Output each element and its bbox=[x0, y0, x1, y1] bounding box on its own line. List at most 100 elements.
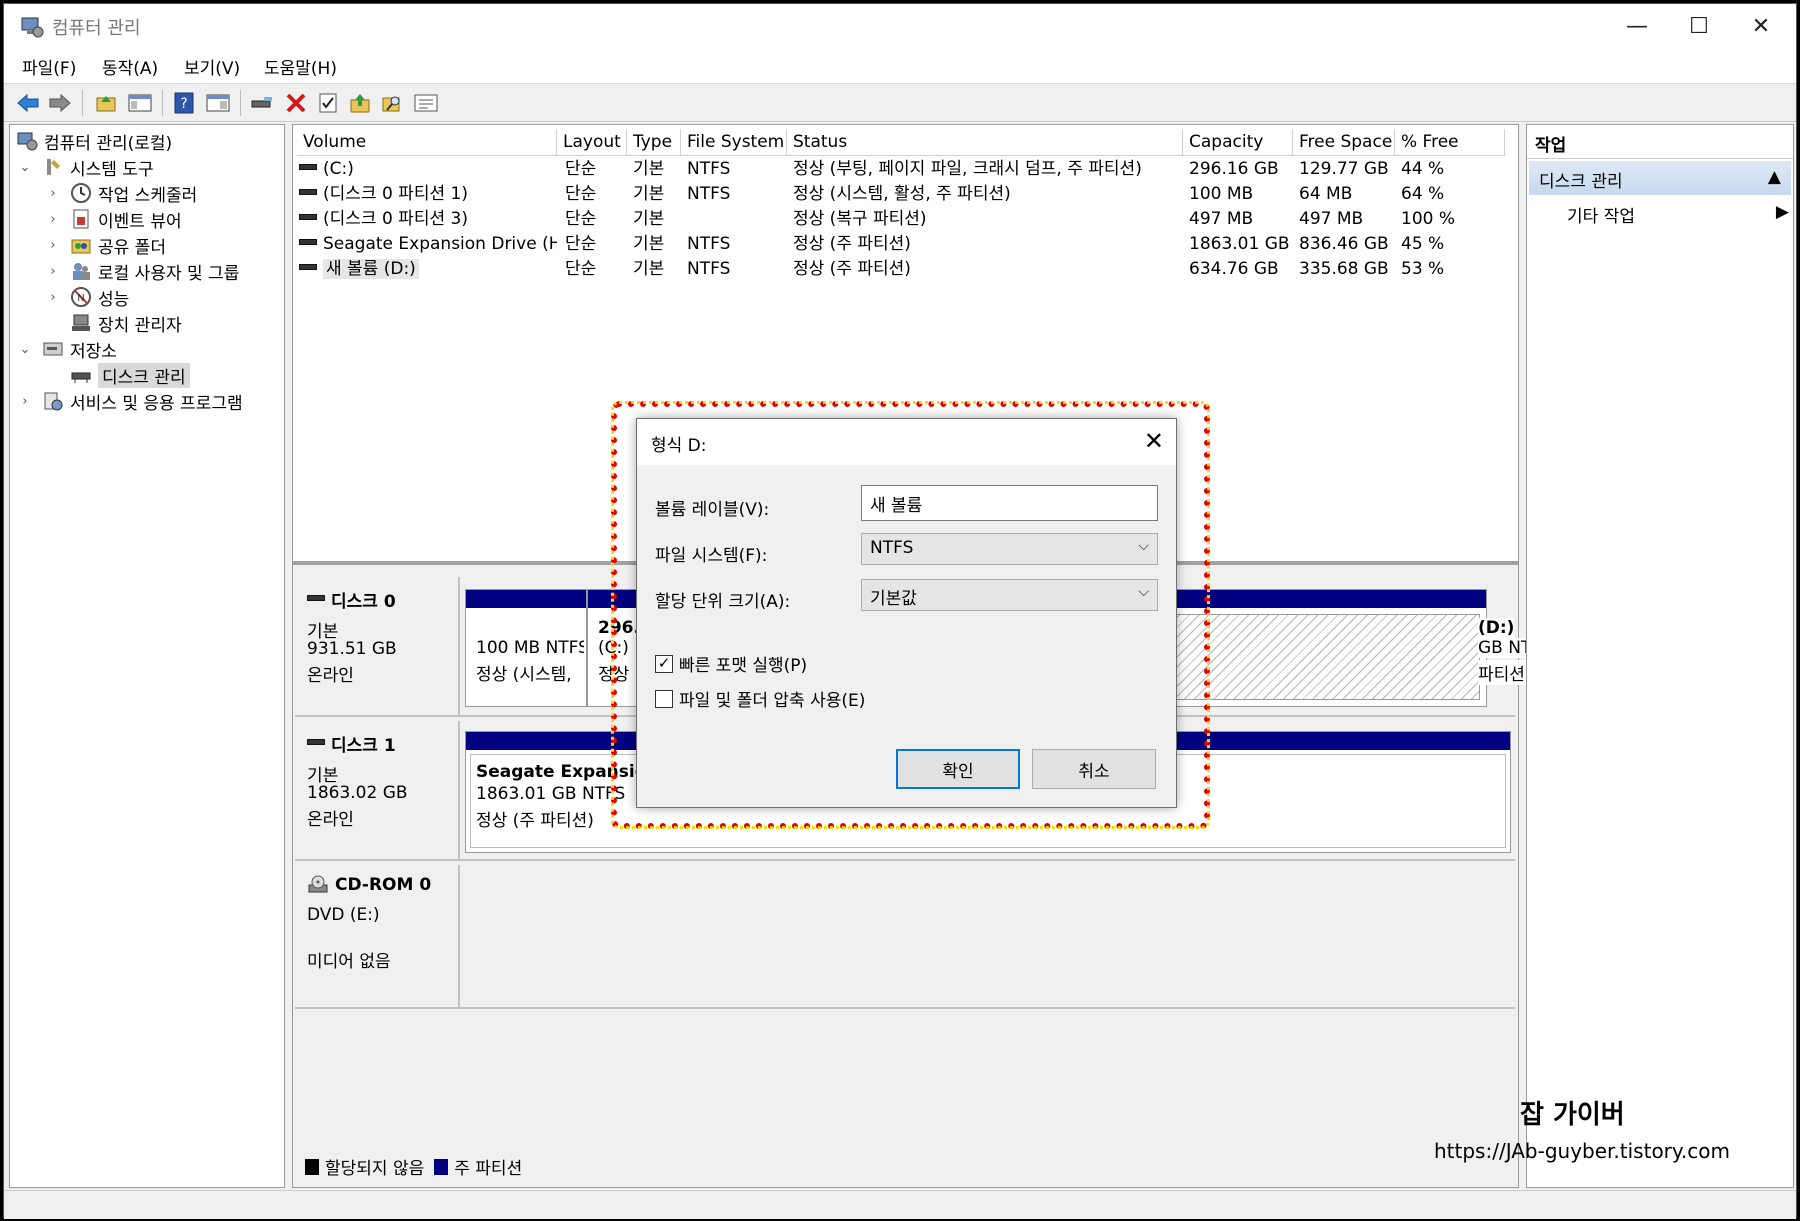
connect-drive-icon[interactable] bbox=[248, 89, 276, 117]
partition-status: 정상 (주 파티션) bbox=[476, 811, 594, 831]
svg-text:?: ? bbox=[180, 96, 187, 112]
actions-section-disk-management[interactable]: 디스크 관리 ▲ bbox=[1529, 161, 1791, 195]
search-folder-icon[interactable] bbox=[378, 89, 406, 117]
free-space-cell: 64 MB bbox=[1299, 184, 1353, 204]
legend-swatch-primary bbox=[434, 1158, 449, 1175]
tree-label: 작업 스케줄러 bbox=[98, 185, 198, 206]
tree-item-task-scheduler[interactable]: › 작업 스케줄러 bbox=[46, 181, 198, 206]
menu-file[interactable]: 파일(F) bbox=[22, 54, 76, 79]
menu-action[interactable]: 동작(A) bbox=[102, 54, 158, 79]
svg-text:N: N bbox=[77, 293, 84, 304]
tools-icon bbox=[47, 159, 60, 175]
properties-pane-icon[interactable] bbox=[204, 89, 232, 117]
chevron-right-icon[interactable]: › bbox=[46, 212, 60, 227]
chevron-right-icon[interactable]: › bbox=[46, 186, 60, 201]
back-icon[interactable] bbox=[14, 89, 42, 117]
tree-item-disk-management[interactable]: 디스크 관리 bbox=[70, 362, 190, 388]
storage-icon bbox=[43, 342, 63, 356]
compression-checkbox-row[interactable]: 파일 및 폴더 압축 사용(E) bbox=[655, 686, 865, 711]
tree-item-shared-folders[interactable]: › 공유 폴더 bbox=[46, 233, 166, 258]
layout-cell: 단순 bbox=[565, 209, 597, 229]
chevron-down-icon[interactable]: ⌄ bbox=[18, 342, 32, 357]
tree-item-storage[interactable]: ⌄ 저장소 bbox=[18, 337, 117, 362]
shared-folder-icon bbox=[71, 239, 91, 254]
actions-header: 작업 bbox=[1527, 125, 1793, 159]
tree-label: 이벤트 뷰어 bbox=[98, 211, 182, 232]
show-hide-tree-icon[interactable] bbox=[126, 89, 154, 117]
volume-label-input[interactable] bbox=[861, 485, 1158, 521]
capacity-cell: 100 MB bbox=[1189, 184, 1254, 204]
clock-icon bbox=[71, 183, 91, 203]
chevron-right-icon[interactable]: › bbox=[18, 394, 32, 409]
dialog-close-icon[interactable]: ✕ bbox=[1144, 427, 1164, 455]
checklist-icon[interactable] bbox=[314, 89, 342, 117]
tree-item-performance[interactable]: › N 성능 bbox=[46, 285, 129, 310]
tree-item-system-tools[interactable]: ⌄ 시스템 도구 bbox=[18, 155, 154, 180]
column-header-percent-free[interactable]: % Free bbox=[1395, 129, 1505, 156]
percent-free-cell: 64 % bbox=[1401, 184, 1445, 204]
dialog-title: 형식 D: bbox=[651, 436, 707, 456]
menu-view[interactable]: 보기(V) bbox=[184, 54, 240, 79]
view-list-icon[interactable] bbox=[412, 89, 440, 117]
tree-item-event-viewer[interactable]: › 이벤트 뷰어 bbox=[46, 207, 182, 232]
cancel-button[interactable]: 취소 bbox=[1032, 749, 1156, 789]
allocation-unit-value: 기본값 bbox=[870, 589, 917, 609]
percent-free-cell: 53 % bbox=[1401, 259, 1445, 279]
legend-primary-label: 주 파티션 bbox=[454, 1159, 523, 1179]
forward-icon[interactable] bbox=[46, 89, 74, 117]
section-label: 디스크 관리 bbox=[1539, 172, 1623, 192]
close-button[interactable]: ✕ bbox=[1728, 4, 1794, 48]
tree-item-local-users[interactable]: › 로컬 사용자 및 그룹 bbox=[46, 259, 239, 284]
maximize-button[interactable]: ☐ bbox=[1666, 4, 1732, 48]
layout-cell: 단순 bbox=[565, 259, 597, 279]
quick-format-checkbox[interactable]: ✓ bbox=[655, 654, 673, 673]
delete-icon[interactable] bbox=[282, 89, 310, 117]
column-header-volume[interactable]: Volume bbox=[297, 129, 557, 156]
column-header-type[interactable]: Type bbox=[627, 129, 681, 156]
compression-checkbox[interactable] bbox=[655, 689, 673, 708]
minimize-button[interactable]: — bbox=[1604, 4, 1670, 48]
export-icon[interactable] bbox=[346, 89, 374, 117]
legend: 할당되지 않음 주 파티션 bbox=[301, 1154, 522, 1179]
services-icon bbox=[44, 392, 63, 411]
percent-free-cell: 45 % bbox=[1401, 234, 1445, 254]
disk-0-label[interactable]: 디스크 0 기본 931.51 GB 온라인 bbox=[295, 577, 460, 715]
layout-cell: 단순 bbox=[565, 159, 597, 179]
drive-icon bbox=[299, 239, 317, 245]
percent-free-cell: 100 % bbox=[1401, 209, 1456, 229]
type-cell: 기본 bbox=[633, 159, 665, 179]
tree-item-root[interactable]: 컴퓨터 관리(로컬) bbox=[16, 129, 172, 154]
help-icon[interactable]: ? bbox=[170, 89, 198, 117]
disk-1-label[interactable]: 디스크 1 기본 1863.02 GB 온라인 bbox=[295, 721, 460, 859]
chevron-right-icon[interactable]: › bbox=[46, 290, 60, 305]
menu-help[interactable]: 도움말(H) bbox=[264, 54, 337, 79]
more-actions[interactable]: 기타 작업 ▶ bbox=[1567, 202, 1789, 227]
column-header-status[interactable]: Status bbox=[787, 129, 1183, 156]
tree-item-services[interactable]: › 서비스 및 응용 프로그램 bbox=[18, 389, 243, 414]
collapse-icon[interactable]: ▲ bbox=[1768, 167, 1781, 187]
tree-item-device-manager[interactable]: 장치 관리자 bbox=[70, 311, 182, 336]
disk-icon bbox=[307, 594, 325, 601]
file-system-select[interactable]: NTFS ⌵ bbox=[861, 533, 1158, 565]
fs-cell bbox=[687, 207, 783, 231]
chevron-down-icon[interactable]: ⌄ bbox=[18, 160, 32, 175]
chevron-right-icon[interactable]: › bbox=[46, 264, 60, 279]
status-cell: 정상 (시스템, 활성, 주 파티션) bbox=[793, 184, 1011, 204]
up-folder-icon[interactable] bbox=[92, 89, 120, 117]
partition-system[interactable]: 100 MB NTFS 정상 (시스템, bbox=[465, 589, 587, 707]
column-header-layout[interactable]: Layout bbox=[557, 129, 627, 156]
cdrom-label[interactable]: CD-ROM 0 DVD (E:) 미디어 없음 bbox=[295, 865, 460, 1007]
disk-name: CD-ROM 0 bbox=[335, 875, 432, 895]
allocation-unit-select[interactable]: 기본값 ⌵ bbox=[861, 579, 1158, 611]
drive-icon bbox=[299, 189, 317, 195]
column-header-capacity[interactable]: Capacity bbox=[1183, 129, 1293, 156]
disk-management-icon bbox=[71, 372, 91, 383]
quick-format-checkbox-row[interactable]: ✓ 빠른 포맷 실행(P) bbox=[655, 651, 807, 676]
ok-button[interactable]: 확인 bbox=[896, 749, 1020, 789]
layout-cell: 단순 bbox=[565, 184, 597, 204]
fs-cell: NTFS bbox=[687, 184, 731, 204]
chevron-right-icon[interactable]: › bbox=[46, 238, 60, 253]
column-header-free-space[interactable]: Free Space bbox=[1293, 129, 1395, 156]
column-header-file-system[interactable]: File System bbox=[681, 129, 787, 156]
title-bar: 컴퓨터 관리 — ☐ ✕ bbox=[4, 4, 1796, 48]
